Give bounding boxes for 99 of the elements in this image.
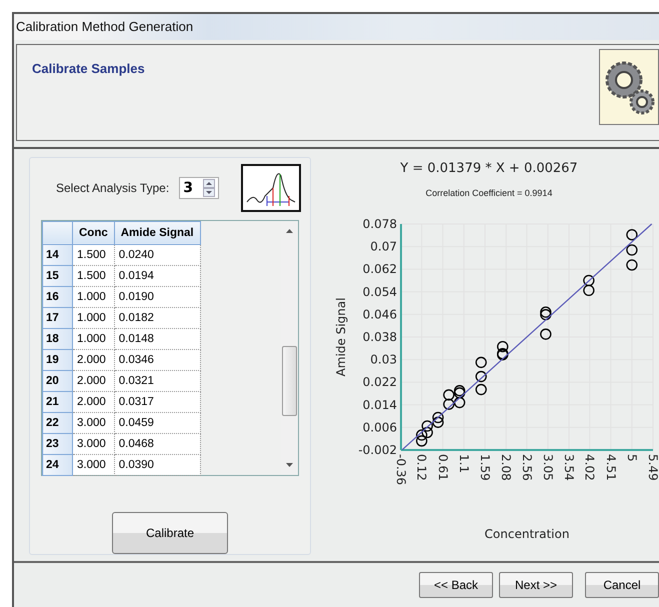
y-tick-label: -0.002 [358, 442, 397, 457]
table-cell: 0.0148 [114, 328, 200, 350]
row-header: 18 [42, 328, 72, 350]
calibrate-button[interactable]: Calibrate [112, 512, 228, 554]
x-tick-label: 1.59 [478, 454, 492, 481]
peak-graph-icon [241, 164, 302, 212]
table-cell: 1.500 [72, 244, 114, 266]
table-cell: 2.000 [72, 391, 114, 412]
data-point [454, 396, 466, 408]
table-cell: 1.000 [72, 307, 114, 328]
y-tick-label: 0.006 [362, 420, 397, 434]
x-tick-label: 0.12 [414, 454, 429, 481]
column-header: Conc [72, 221, 114, 244]
y-tick-label: 0.07 [370, 239, 397, 254]
row-header: 19 [42, 349, 72, 370]
x-tick-label: 0.61 [436, 454, 450, 481]
y-tick-label: 0.054 [362, 284, 397, 299]
y-tick-label: 0.03 [370, 352, 397, 366]
gears-icon [599, 48, 659, 125]
data-point [540, 328, 552, 340]
table-cell: 3.000 [72, 433, 114, 454]
data-point [583, 284, 594, 296]
x-tick-label: 3.05 [540, 454, 555, 481]
correlation-coefficient: Correlation Coefficient = 0.9914 [426, 188, 552, 198]
table-cell: 0.0182 [114, 307, 200, 328]
analysis-type-spinner[interactable]: 3 [179, 176, 220, 199]
data-point [626, 259, 638, 270]
data-point [626, 244, 638, 256]
table-cell: 0.0240 [114, 244, 200, 266]
row-header: 22 [42, 412, 72, 434]
data-point [475, 384, 487, 396]
data-point [443, 398, 454, 410]
x-tick-label: 5.49 [646, 454, 659, 481]
table-cell: 0.0390 [114, 454, 200, 476]
table-cell: 2.000 [72, 370, 114, 392]
x-tick-label: 4.02 [582, 454, 597, 481]
row-header: 23 [42, 433, 72, 454]
y-tick-label: 0.014 [362, 398, 397, 412]
table-cell: 0.0468 [114, 433, 200, 454]
table-cell: 1.000 [72, 328, 114, 350]
data-point [443, 389, 454, 400]
data-point [497, 340, 508, 352]
data-point [454, 384, 466, 396]
x-tick-label: 1.1 [456, 454, 471, 473]
table-cell: 0.0346 [114, 349, 200, 370]
x-tick-label: 2.08 [499, 454, 514, 481]
data-point [416, 429, 428, 441]
data-point [432, 416, 444, 428]
wizard-button[interactable]: << Back [419, 572, 493, 598]
y-tick-label: 0.038 [362, 330, 397, 344]
table-cell: 0.0459 [114, 412, 200, 434]
x-tick-label: 2.56 [520, 454, 534, 481]
wizard-button[interactable]: Cancel [585, 572, 659, 598]
data-point [422, 420, 433, 432]
y-tick-label: 0.022 [362, 375, 397, 390]
table-cell: 3.000 [72, 412, 114, 434]
row-header: 14 [42, 244, 72, 266]
row-header: 17 [42, 307, 72, 328]
row-header: 24 [42, 454, 72, 476]
y-tick-label: 0.078 [362, 216, 397, 231]
x-tick-label: 4.51 [604, 454, 618, 481]
y-tick-label: 0.062 [362, 262, 397, 276]
table-cell: 3.000 [72, 454, 114, 476]
data-point [540, 306, 552, 318]
regression-equation: Y = 0.01379 * X + 0.00267 [400, 160, 578, 176]
data-point [475, 356, 487, 368]
table-cell: 0.0317 [114, 391, 200, 412]
data-point [626, 228, 638, 240]
scroll-thumb[interactable] [282, 346, 297, 416]
table-cell: 2.000 [72, 349, 114, 370]
analysis-type-label: Select Analysis Type: [56, 180, 170, 195]
table-cell: 0.0321 [114, 370, 200, 392]
table-cell: 0.0190 [114, 286, 200, 308]
y-tick-label: 0.046 [362, 307, 397, 322]
y-axis-title: Amide Signal [334, 297, 348, 376]
row-header: 20 [42, 370, 72, 392]
data-point [416, 435, 428, 446]
wizard-button[interactable]: Next >> [499, 572, 573, 598]
table-cell: 1.000 [72, 286, 114, 308]
table-cell: 1.500 [72, 265, 114, 286]
data-point [454, 387, 466, 398]
table-cell: 0.0194 [114, 265, 200, 286]
data-point [540, 308, 552, 320]
data-point [583, 274, 594, 286]
page-heading: Calibrate Samples [32, 60, 145, 76]
row-header: 16 [42, 286, 72, 308]
column-header [42, 221, 72, 244]
x-tick-label: -0.36 [394, 454, 408, 485]
row-header: 15 [42, 265, 72, 286]
x-tick-label: 5 [624, 454, 639, 462]
data-point [475, 370, 487, 382]
x-tick-label: 3.54 [562, 454, 576, 481]
column-header: Amide Signal [114, 221, 200, 244]
row-header: 21 [42, 391, 72, 412]
x-axis-title: Concentration [484, 526, 570, 541]
scroll-up-icon[interactable] [285, 226, 294, 236]
data-point [432, 412, 444, 423]
data-point [422, 426, 433, 438]
window-title: Calibration Method Generation [16, 19, 194, 34]
